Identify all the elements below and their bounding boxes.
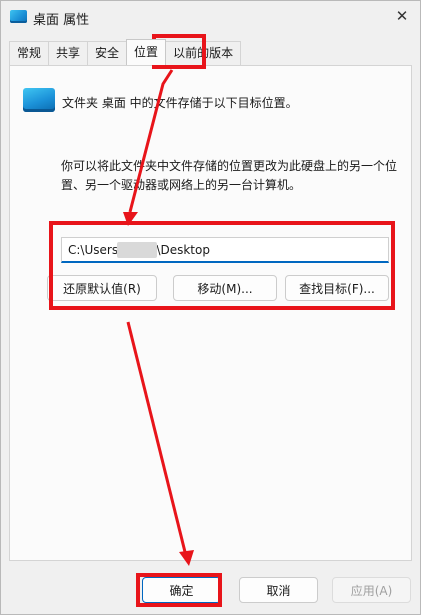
path-input[interactable] (61, 237, 389, 263)
desktop-folder-icon (23, 88, 55, 112)
tab-previous-versions[interactable]: 以前的版本 (165, 41, 242, 65)
tab-security[interactable]: 安全 (87, 41, 128, 65)
redacted-username (117, 242, 157, 258)
find-target-button[interactable]: 查找目标(F)... (285, 275, 389, 301)
cancel-button[interactable]: 取消 (239, 577, 318, 603)
tab-location[interactable]: 位置 (126, 39, 167, 65)
tab-strip: 常规 共享 安全 位置 以前的版本 (9, 39, 242, 65)
location-info-text: 文件夹 桌面 中的文件存储于以下目标位置。 (62, 96, 298, 110)
close-icon[interactable]: ✕ (390, 5, 414, 27)
properties-dialog: 桌面 属性 ✕ 常规 共享 安全 位置 以前的版本 文件夹 桌面 中的文件存储于… (0, 0, 421, 615)
title-bar: 桌面 属性 ✕ (1, 1, 420, 33)
desktop-folder-icon (10, 10, 27, 23)
ok-button[interactable]: 确定 (142, 577, 221, 603)
restore-default-button[interactable]: 还原默认值(R) (47, 275, 157, 301)
location-description: 你可以将此文件夹中文件存储的位置更改为此硬盘上的另一个位置、另一个驱动器或网络上… (61, 159, 398, 192)
tab-general[interactable]: 常规 (9, 41, 50, 65)
move-button[interactable]: 移动(M)... (173, 275, 277, 301)
window-title: 桌面 属性 (33, 13, 90, 28)
apply-button[interactable]: 应用(A) (332, 577, 411, 603)
tab-sharing[interactable]: 共享 (48, 41, 89, 65)
location-panel: 文件夹 桌面 中的文件存储于以下目标位置。 你可以将此文件夹中文件存储的位置更改… (9, 65, 412, 561)
